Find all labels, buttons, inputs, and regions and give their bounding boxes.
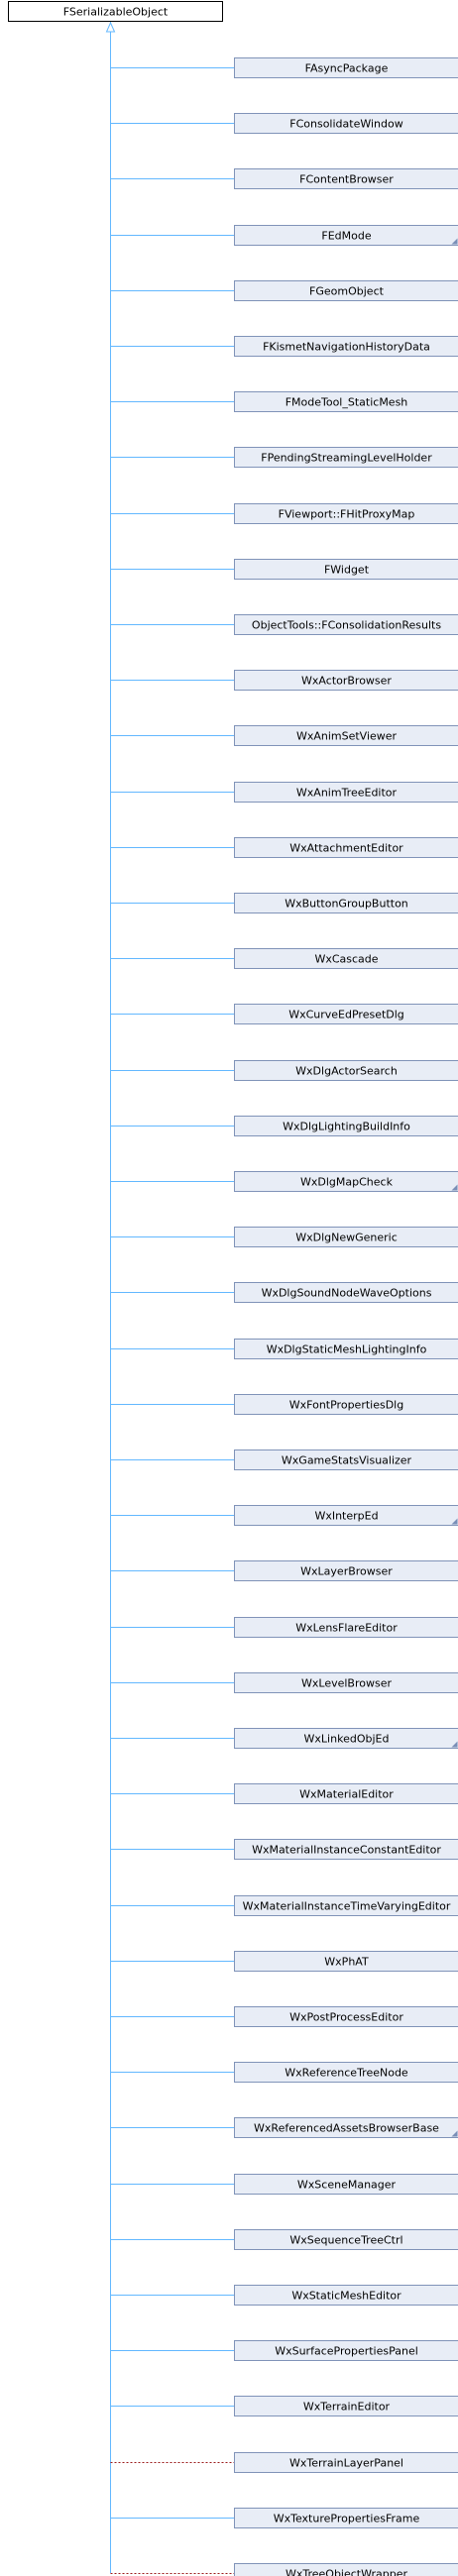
derived-class-label: WxSurfacePropertiesPanel — [275, 2345, 418, 2358]
derived-class-label: WxPhAT — [324, 1956, 369, 1969]
inheritance-arrowhead — [105, 21, 116, 33]
derived-class-label: WxPostProcessEditor — [289, 2011, 403, 2024]
derived-class-node[interactable]: WxTreeObjectWrapper — [234, 2563, 458, 2576]
derived-class-label: WxMaterialInstanceTimeVaryingEditor — [243, 1900, 451, 1913]
derived-class-node[interactable]: FAsyncPackage — [234, 57, 458, 78]
derived-class-node[interactable]: FGeomObject — [234, 280, 458, 301]
inheritance-edges — [105, 21, 235, 2574]
derived-class-node[interactable]: WxTerrainEditor — [234, 2396, 458, 2416]
derived-class-label: WxSceneManager — [297, 2179, 397, 2192]
derived-class-node[interactable]: WxMaterialInstanceConstantEditor — [234, 1839, 458, 1860]
derived-class-label: WxLayerBrowser — [300, 1565, 393, 1578]
derived-class-label: WxDlgNewGeneric — [295, 1232, 398, 1244]
derived-class-label: FModeTool_StaticMesh — [286, 396, 408, 409]
derived-class-label: WxFontPropertiesDlg — [289, 1399, 403, 1412]
derived-class-node[interactable]: WxDlgLightingBuildInfo — [234, 1116, 458, 1136]
derived-class-label: WxTerrainEditor — [303, 2401, 391, 2414]
derived-class-node[interactable]: WxDlgStaticMeshLightingInfo — [234, 1339, 458, 1359]
derived-class-label: WxSequenceTreeCtrl — [289, 2234, 402, 2247]
derived-class-label: WxDlgStaticMeshLightingInfo — [267, 1343, 427, 1356]
derived-class-nodes: FAsyncPackage FConsolidateWindow FContentB… — [234, 57, 458, 2576]
derived-class-node[interactable]: WxPostProcessEditor — [234, 2006, 458, 2027]
derived-class-node[interactable]: WxDlgSoundNodeWaveOptions — [234, 1282, 458, 1303]
derived-class-node[interactable]: WxAttachmentEditor — [234, 837, 458, 858]
derived-class-label: WxTerrainLayerPanel — [289, 2457, 403, 2470]
derived-class-node[interactable]: WxMaterialEditor — [234, 1783, 458, 1804]
derived-class-node[interactable]: WxFontPropertiesDlg — [234, 1394, 458, 1415]
derived-class-label: FKismetNavigationHistoryData — [263, 341, 430, 354]
derived-class-node[interactable]: WxSceneManager — [234, 2174, 458, 2195]
derived-class-label: WxCurveEdPresetDlg — [288, 1009, 404, 1021]
derived-class-node[interactable]: FContentBrowser — [234, 168, 458, 189]
derived-class-label: WxAttachmentEditor — [289, 842, 403, 855]
derived-class-node[interactable]: WxGameStatsVisualizer — [234, 1449, 458, 1470]
derived-class-node[interactable]: WxLayerBrowser — [234, 1560, 458, 1581]
derived-class-node[interactable]: WxTerrainLayerPanel — [234, 2452, 458, 2473]
derived-class-label: FPendingStreamingLevelHolder — [261, 452, 432, 465]
derived-class-node[interactable]: WxButtonGroupButton — [234, 893, 458, 913]
derived-class-label: WxActorBrowser — [301, 675, 392, 688]
derived-class-label: WxLevelBrowser — [301, 1677, 392, 1690]
derived-class-node[interactable]: WxTexturePropertiesFrame — [234, 2508, 458, 2528]
derived-class-node[interactable]: ObjectTools::FConsolidationResults — [234, 614, 458, 635]
derived-class-node[interactable]: WxDlgMapCheck — [234, 1171, 458, 1192]
derived-class-node[interactable]: FKismetNavigationHistoryData — [234, 336, 458, 357]
derived-class-node[interactable]: WxCurveEdPresetDlg — [234, 1004, 458, 1024]
derived-class-label: FViewport::FHitProxyMap — [279, 508, 415, 521]
derived-class-node[interactable]: WxDlgActorSearch — [234, 1060, 458, 1081]
derived-class-node[interactable]: WxSurfacePropertiesPanel — [234, 2340, 458, 2361]
derived-class-label: WxMaterialInstanceConstantEditor — [252, 1844, 441, 1857]
derived-class-node[interactable]: WxActorBrowser — [234, 670, 458, 691]
derived-class-label: ObjectTools::FConsolidationResults — [252, 619, 441, 632]
derived-class-label: WxDlgMapCheck — [300, 1176, 394, 1189]
derived-class-label: WxReferencedAssetsBrowserBase — [254, 2122, 439, 2135]
derived-class-label: WxDlgActorSearch — [295, 1065, 398, 1078]
derived-class-node[interactable]: FWidget — [234, 559, 458, 580]
derived-class-node[interactable]: WxPhAT — [234, 1951, 458, 1972]
derived-class-label: WxLensFlareEditor — [295, 1622, 398, 1635]
derived-class-label: FEdMode — [321, 230, 371, 243]
derived-class-label: WxTreeObjectWrapper — [286, 2568, 408, 2576]
derived-class-label: WxDlgLightingBuildInfo — [283, 1121, 410, 1133]
derived-class-label: WxLinkedObjEd — [304, 1733, 390, 1746]
derived-class-node[interactable]: FEdMode — [234, 225, 458, 246]
derived-class-label: WxGameStatsVisualizer — [282, 1454, 412, 1467]
derived-class-node[interactable]: WxLinkedObjEd — [234, 1728, 458, 1749]
derived-class-node[interactable]: WxLevelBrowser — [234, 1672, 458, 1693]
derived-class-label: FConsolidateWindow — [289, 118, 402, 131]
derived-class-node[interactable]: FConsolidateWindow — [234, 113, 458, 134]
derived-class-node[interactable]: WxDlgNewGeneric — [234, 1227, 458, 1247]
derived-class-node[interactable]: WxStaticMeshEditor — [234, 2285, 458, 2306]
derived-class-label: WxInterpEd — [314, 1510, 378, 1523]
derived-class-label: FAsyncPackage — [305, 62, 389, 75]
derived-class-label: WxCascade — [314, 953, 378, 966]
derived-class-node[interactable]: WxInterpEd — [234, 1505, 458, 1526]
derived-class-node[interactable]: WxLensFlareEditor — [234, 1617, 458, 1638]
derived-class-node[interactable]: WxCascade — [234, 948, 458, 969]
derived-class-node[interactable]: FModeTool_StaticMesh — [234, 391, 458, 412]
derived-class-node[interactable]: WxAnimTreeEditor — [234, 782, 458, 803]
derived-class-node[interactable]: WxAnimSetViewer — [234, 725, 458, 746]
derived-class-node[interactable]: FPendingStreamingLevelHolder — [234, 447, 458, 468]
derived-class-node[interactable]: FViewport::FHitProxyMap — [234, 503, 458, 524]
derived-class-label: WxDlgSoundNodeWaveOptions — [262, 1287, 432, 1300]
base-class-node[interactable]: FSerializableObject — [8, 1, 223, 22]
derived-class-node[interactable]: WxMaterialInstanceTimeVaryingEditor — [234, 1895, 458, 1916]
derived-class-label: FContentBrowser — [299, 173, 394, 186]
inheritance-diagram: FSerializableObject FAsyncPackage FConsol… — [8, 1, 458, 2576]
derived-class-label: WxAnimTreeEditor — [296, 787, 398, 800]
derived-class-node[interactable]: WxReferencedAssetsBrowserBase — [234, 2117, 458, 2138]
derived-class-node[interactable]: WxSequenceTreeCtrl — [234, 2229, 458, 2250]
base-class-label: FSerializableObject — [63, 6, 169, 19]
derived-class-label: WxMaterialEditor — [299, 1788, 394, 1801]
derived-class-label: WxTexturePropertiesFrame — [274, 2513, 420, 2525]
derived-class-label: WxButtonGroupButton — [285, 898, 408, 911]
derived-class-label: FWidget — [324, 564, 370, 577]
derived-class-label: WxReferenceTreeNode — [285, 2067, 408, 2080]
derived-class-label: WxStaticMeshEditor — [291, 2290, 401, 2303]
derived-class-label: FGeomObject — [309, 285, 385, 298]
derived-class-label: WxAnimSetViewer — [296, 730, 398, 743]
derived-class-node[interactable]: WxReferenceTreeNode — [234, 2062, 458, 2083]
